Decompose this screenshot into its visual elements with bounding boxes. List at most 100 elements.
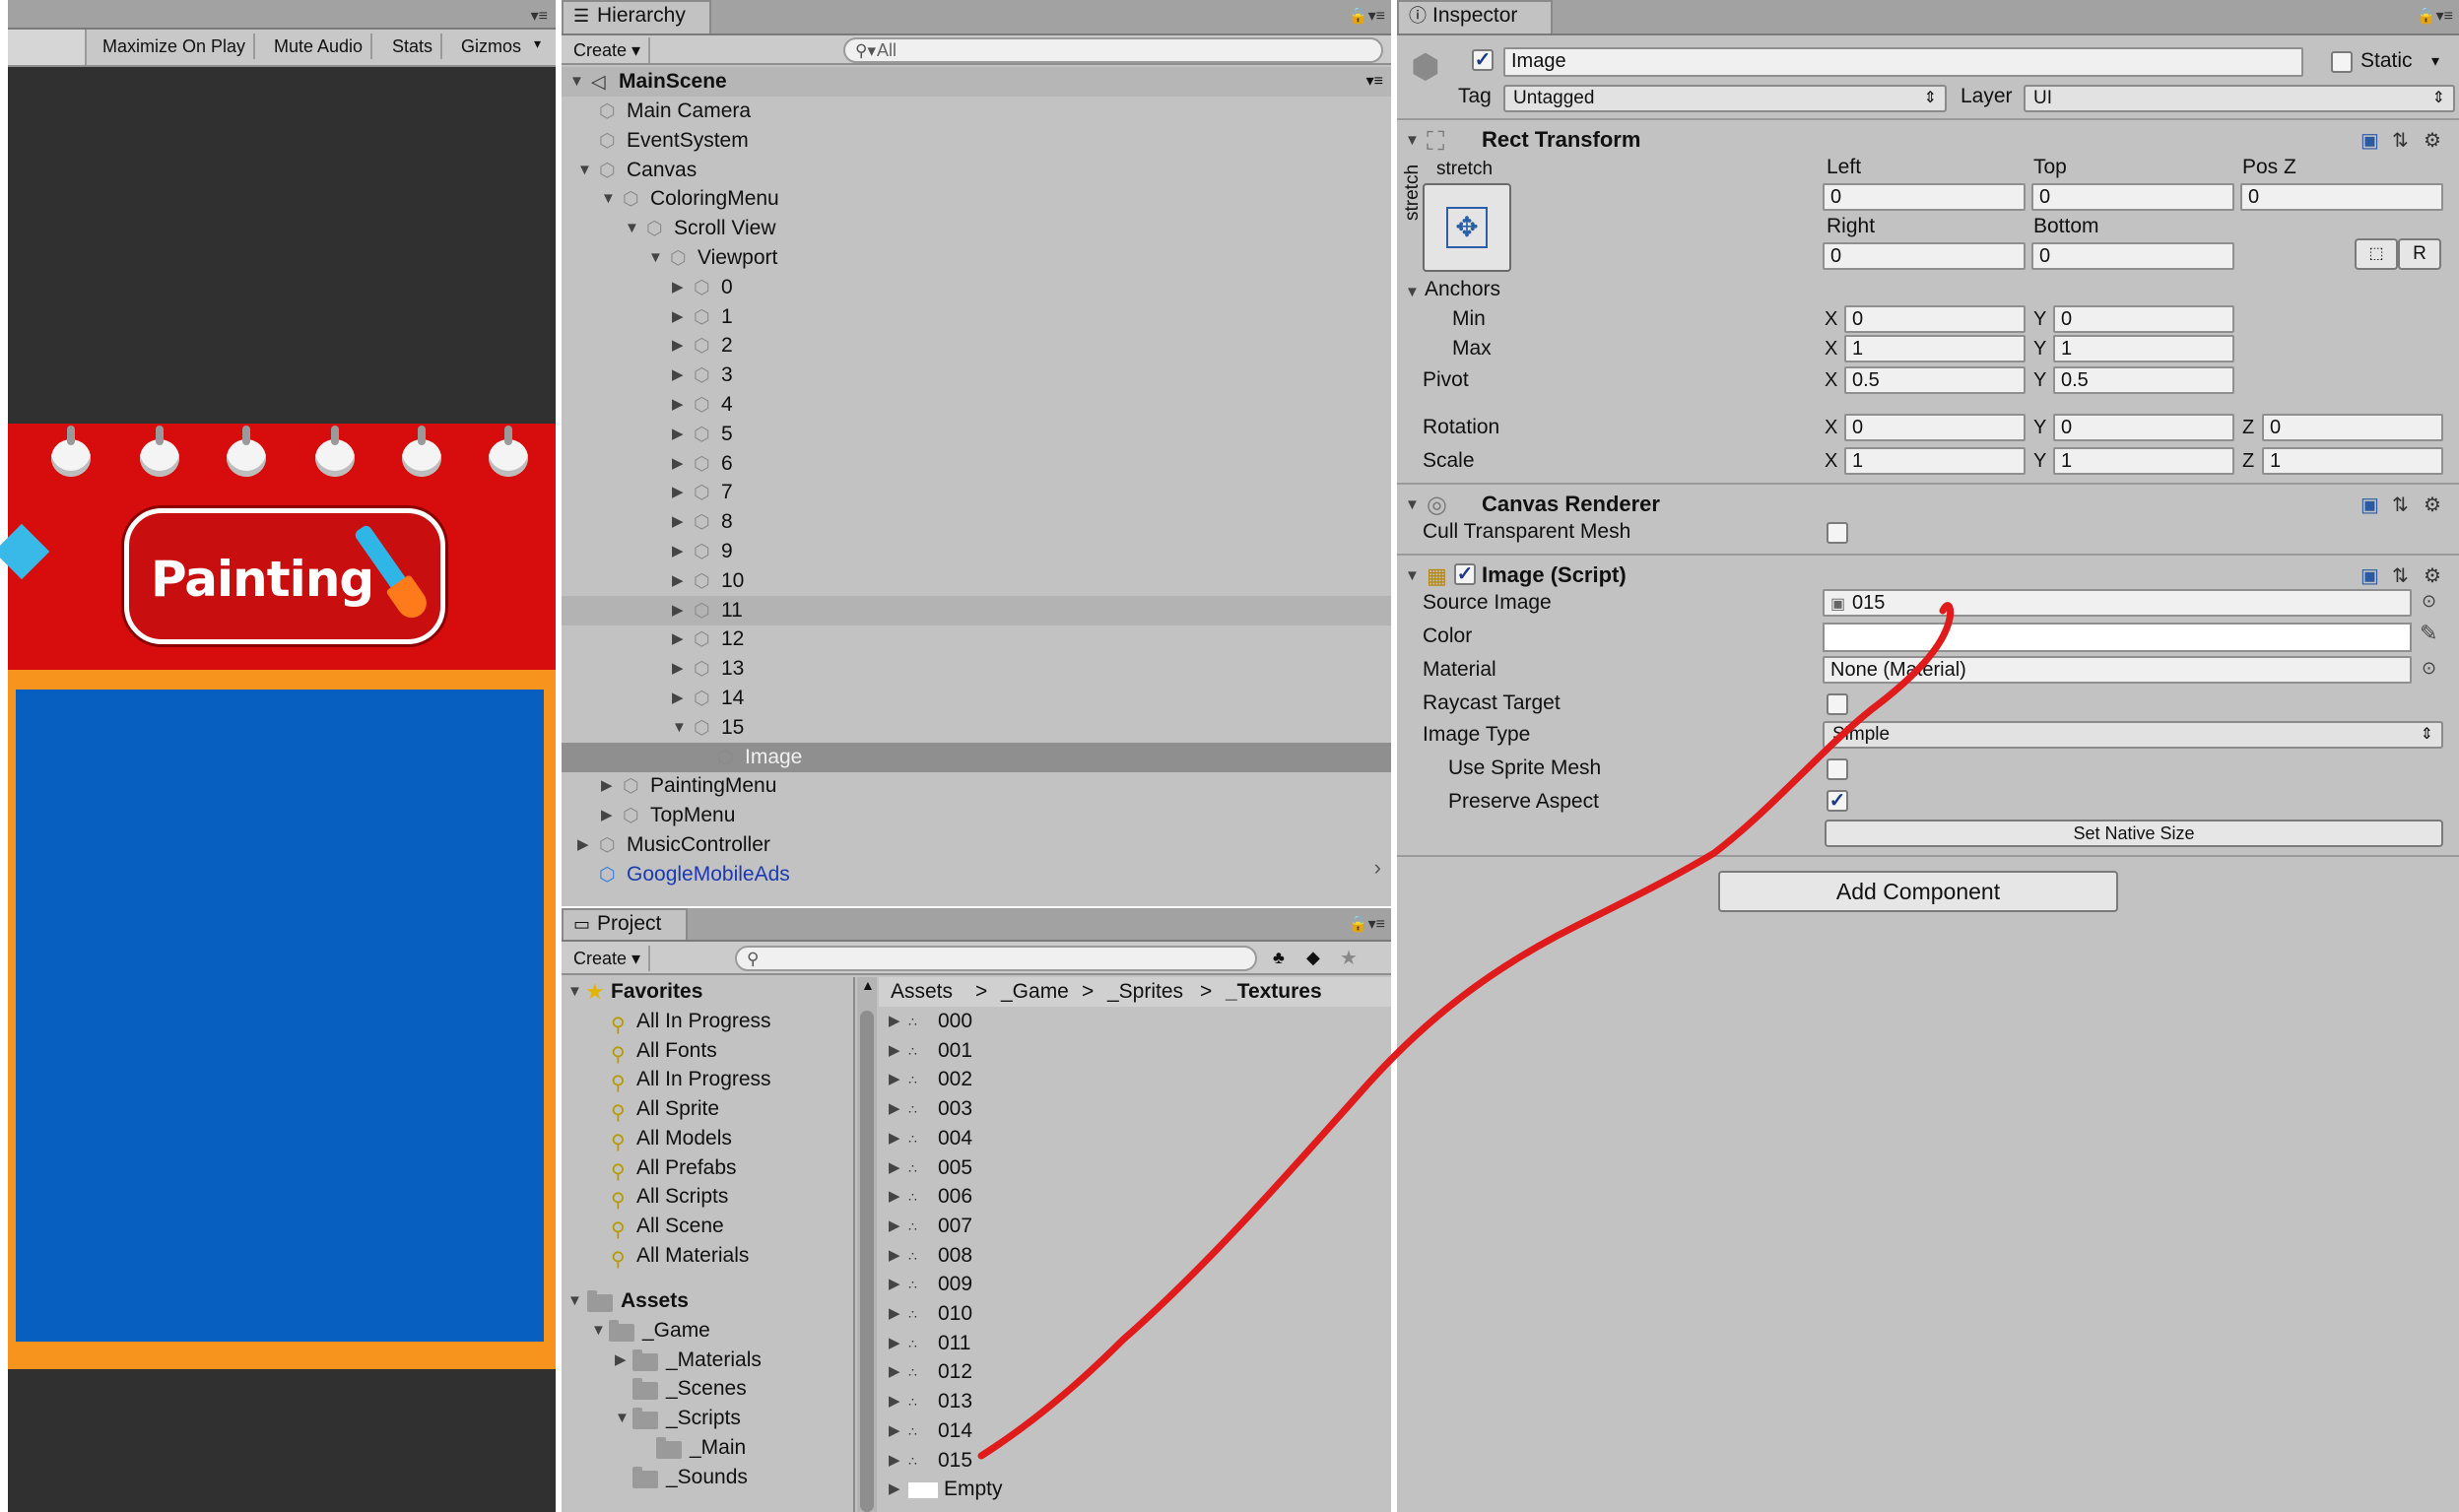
asset-item[interactable]: ▶ ∴ 000 <box>879 1007 1391 1036</box>
folder-item[interactable]: _Scenes <box>562 1374 853 1404</box>
hierarchy-item-0[interactable]: ▶ ⬡ 0 <box>562 273 1391 302</box>
axis-x-label[interactable]: X <box>1825 305 1837 333</box>
rotation-y-field[interactable]: 0 <box>2053 414 2234 441</box>
create-button[interactable]: Create ▾ <box>565 946 651 971</box>
axis-x-label[interactable]: X <box>1825 447 1837 475</box>
hierarchy-item-10[interactable]: ▶ ⬡ 10 <box>562 566 1391 596</box>
collapse-arrow-icon[interactable]: ▼ <box>1405 567 1420 584</box>
hierarchy-item-coloring-menu[interactable]: ▼ ⬡ ColoringMenu <box>562 184 1391 214</box>
tab-project[interactable]: ▭ Project <box>562 908 688 940</box>
collapsed-arrow-icon[interactable]: ▶ <box>889 1299 902 1329</box>
collapsed-arrow-icon[interactable]: ▶ <box>889 1329 902 1358</box>
collapsed-arrow-icon[interactable]: ▶ <box>672 684 686 713</box>
right-field[interactable]: 0 <box>1823 242 2026 270</box>
hierarchy-item-6[interactable]: ▶ ⬡ 6 <box>562 449 1391 479</box>
help-book-icon[interactable]: ▣ <box>2360 563 2379 588</box>
blueprint-mode-button[interactable]: ⬚ <box>2355 238 2398 270</box>
hierarchy-item-googlemobileads[interactable]: ⬡ GoogleMobileAds <box>562 860 1391 889</box>
hierarchy-item-viewport[interactable]: ▼ ⬡ Viewport <box>562 243 1391 273</box>
hierarchy-item-9[interactable]: ▶ ⬡ 9 <box>562 537 1391 566</box>
hierarchy-item-paintingmenu[interactable]: ▶ ⬡ PaintingMenu <box>562 771 1391 801</box>
asset-item[interactable]: ▶ ∴ 003 <box>879 1094 1391 1124</box>
pivot-x-field[interactable]: 0.5 <box>1844 366 2026 394</box>
top-field[interactable]: 0 <box>2031 183 2234 211</box>
create-button[interactable]: Create ▾ <box>565 37 651 63</box>
asset-item[interactable]: ▶ ∴ 015 <box>879 1446 1391 1476</box>
collapsed-arrow-icon[interactable]: ▶ <box>672 596 686 625</box>
expand-arrow-icon[interactable]: ▼ <box>648 243 663 273</box>
raycast-target-checkbox[interactable] <box>1827 693 1848 715</box>
expand-arrow-icon[interactable]: ▼ <box>569 67 584 97</box>
breadcrumb-game[interactable]: _Game <box>1001 977 1069 1007</box>
expand-arrow-icon[interactable]: ▶ <box>615 1346 629 1375</box>
favorite-item[interactable]: ⚲ All Sprite <box>611 1094 853 1124</box>
help-book-icon[interactable]: ▣ <box>2360 128 2379 153</box>
axis-z-label[interactable]: Z <box>2242 447 2254 475</box>
expand-arrow-icon[interactable]: ▼ <box>601 184 616 214</box>
breadcrumb-assets[interactable]: Assets <box>891 977 953 1007</box>
hierarchy-item-11[interactable]: ▶ ⬡ 11 <box>562 595 1391 625</box>
anchor-min-y-field[interactable]: 0 <box>2053 305 2234 333</box>
favorite-item[interactable]: ⚲ All Fonts <box>611 1036 853 1066</box>
collapsed-arrow-icon[interactable]: ▶ <box>889 1007 902 1036</box>
gear-icon[interactable]: ⚙ <box>2424 563 2441 588</box>
cull-transparent-mesh-checkbox[interactable] <box>1827 522 1848 544</box>
scrollbar-thumb[interactable] <box>860 1011 874 1512</box>
collapsed-arrow-icon[interactable]: ▶ <box>672 302 686 332</box>
hierarchy-item-14[interactable]: ▶ ⬡ 14 <box>562 684 1391 713</box>
filter-label-icon[interactable]: ◆ <box>1306 948 1320 968</box>
project-search-input[interactable]: ⚲ <box>735 946 1257 971</box>
collapsed-arrow-icon[interactable]: ▶ <box>889 1387 902 1416</box>
scale-x-field[interactable]: 1 <box>1844 447 2026 475</box>
maximize-on-play-button[interactable]: Maximize On Play <box>95 33 256 59</box>
hierarchy-item-main-camera[interactable]: ⬡ Main Camera <box>562 97 1391 126</box>
collapsed-arrow-icon[interactable]: ▶ <box>889 1446 902 1476</box>
collapsed-arrow-icon[interactable]: ▶ <box>672 537 686 566</box>
hierarchy-item-1[interactable]: ▶ ⬡ 1 <box>562 302 1391 332</box>
scale-z-field[interactable]: 1 <box>2262 447 2443 475</box>
favorite-item[interactable]: ⚲ All Models <box>611 1124 853 1153</box>
folder-item[interactable]: _Main <box>562 1433 853 1463</box>
gizmos-dropdown-icon[interactable]: ▾ <box>534 35 541 52</box>
asset-item[interactable]: ▶ ∴ 012 <box>879 1357 1391 1387</box>
prefab-arrow-icon[interactable]: › <box>1374 855 1381 881</box>
favorite-star-icon[interactable]: ★ <box>1340 946 1358 970</box>
window-menu-icon[interactable]: ▾≡ <box>531 6 548 26</box>
expand-arrow-icon[interactable]: ▼ <box>567 977 582 1007</box>
asset-item[interactable]: ▶ ∴ 010 <box>879 1299 1391 1329</box>
folder-tree-scrollbar[interactable]: ▲ <box>857 977 877 1512</box>
collapsed-arrow-icon[interactable]: ▶ <box>889 1475 902 1504</box>
lock-menu-icon[interactable]: 🔒▾≡ <box>1349 6 1385 26</box>
hierarchy-item-12[interactable]: ▶ ⬡ 12 <box>562 625 1391 654</box>
tag-dropdown[interactable]: Untagged ⇕ <box>1503 85 1947 112</box>
folder-item[interactable]: ▶ _Materials <box>562 1346 853 1375</box>
object-picker-icon[interactable]: ⊙ <box>2422 658 2436 679</box>
expand-arrow-icon[interactable]: ▼ <box>567 1286 582 1316</box>
hierarchy-item-5[interactable]: ▶ ⬡ 5 <box>562 420 1391 449</box>
folder-item[interactable]: ▼ _Scripts <box>562 1404 853 1433</box>
expand-arrow-icon[interactable]: ▼ <box>625 214 639 243</box>
scale-y-field[interactable]: 1 <box>2053 447 2234 475</box>
asset-item[interactable]: ▶ ∴ 013 <box>879 1387 1391 1416</box>
lock-menu-icon[interactable]: 🔒▾≡ <box>2417 6 2453 26</box>
rect-transform-header[interactable]: ▼ ⛶ Rect Transform ▣ ⇅ ⚙ <box>1397 118 2459 158</box>
filter-type-icon[interactable]: ♣ <box>1273 948 1285 968</box>
collapsed-arrow-icon[interactable]: ▶ <box>889 1357 902 1387</box>
gameobject-cube-icon[interactable]: ⬢ <box>1411 47 1450 95</box>
collapsed-arrow-icon[interactable]: ▶ <box>889 1124 902 1153</box>
collapse-arrow-icon[interactable]: ▼ <box>1405 496 1420 513</box>
tab-inspector[interactable]: ⓘ Inspector <box>1397 0 1553 33</box>
expand-arrow-icon[interactable]: ▼ <box>577 156 592 185</box>
folder-item[interactable]: ▼ _Game <box>562 1316 853 1346</box>
hierarchy-item-8[interactable]: ▶ ⬡ 8 <box>562 507 1391 537</box>
active-checkbox[interactable]: ✓ <box>1472 49 1494 71</box>
axis-z-label[interactable]: Z <box>2242 414 2254 441</box>
asset-item[interactable]: ▶ ∴ 004 <box>879 1124 1391 1153</box>
material-field[interactable]: None (Material) <box>1823 656 2412 684</box>
collapse-arrow-icon[interactable]: ▼ <box>1405 132 1420 149</box>
hierarchy-search-input[interactable]: ⚲▾ All <box>843 37 1383 63</box>
hierarchy-item-topmenu[interactable]: ▶ ⬡ TopMenu <box>562 801 1391 830</box>
use-sprite-mesh-checkbox[interactable] <box>1827 758 1848 780</box>
axis-x-label[interactable]: X <box>1825 335 1837 362</box>
image-script-header[interactable]: ▼ ▦ ✓ Image (Script) ▣ ⇅ ⚙ <box>1397 554 2459 593</box>
